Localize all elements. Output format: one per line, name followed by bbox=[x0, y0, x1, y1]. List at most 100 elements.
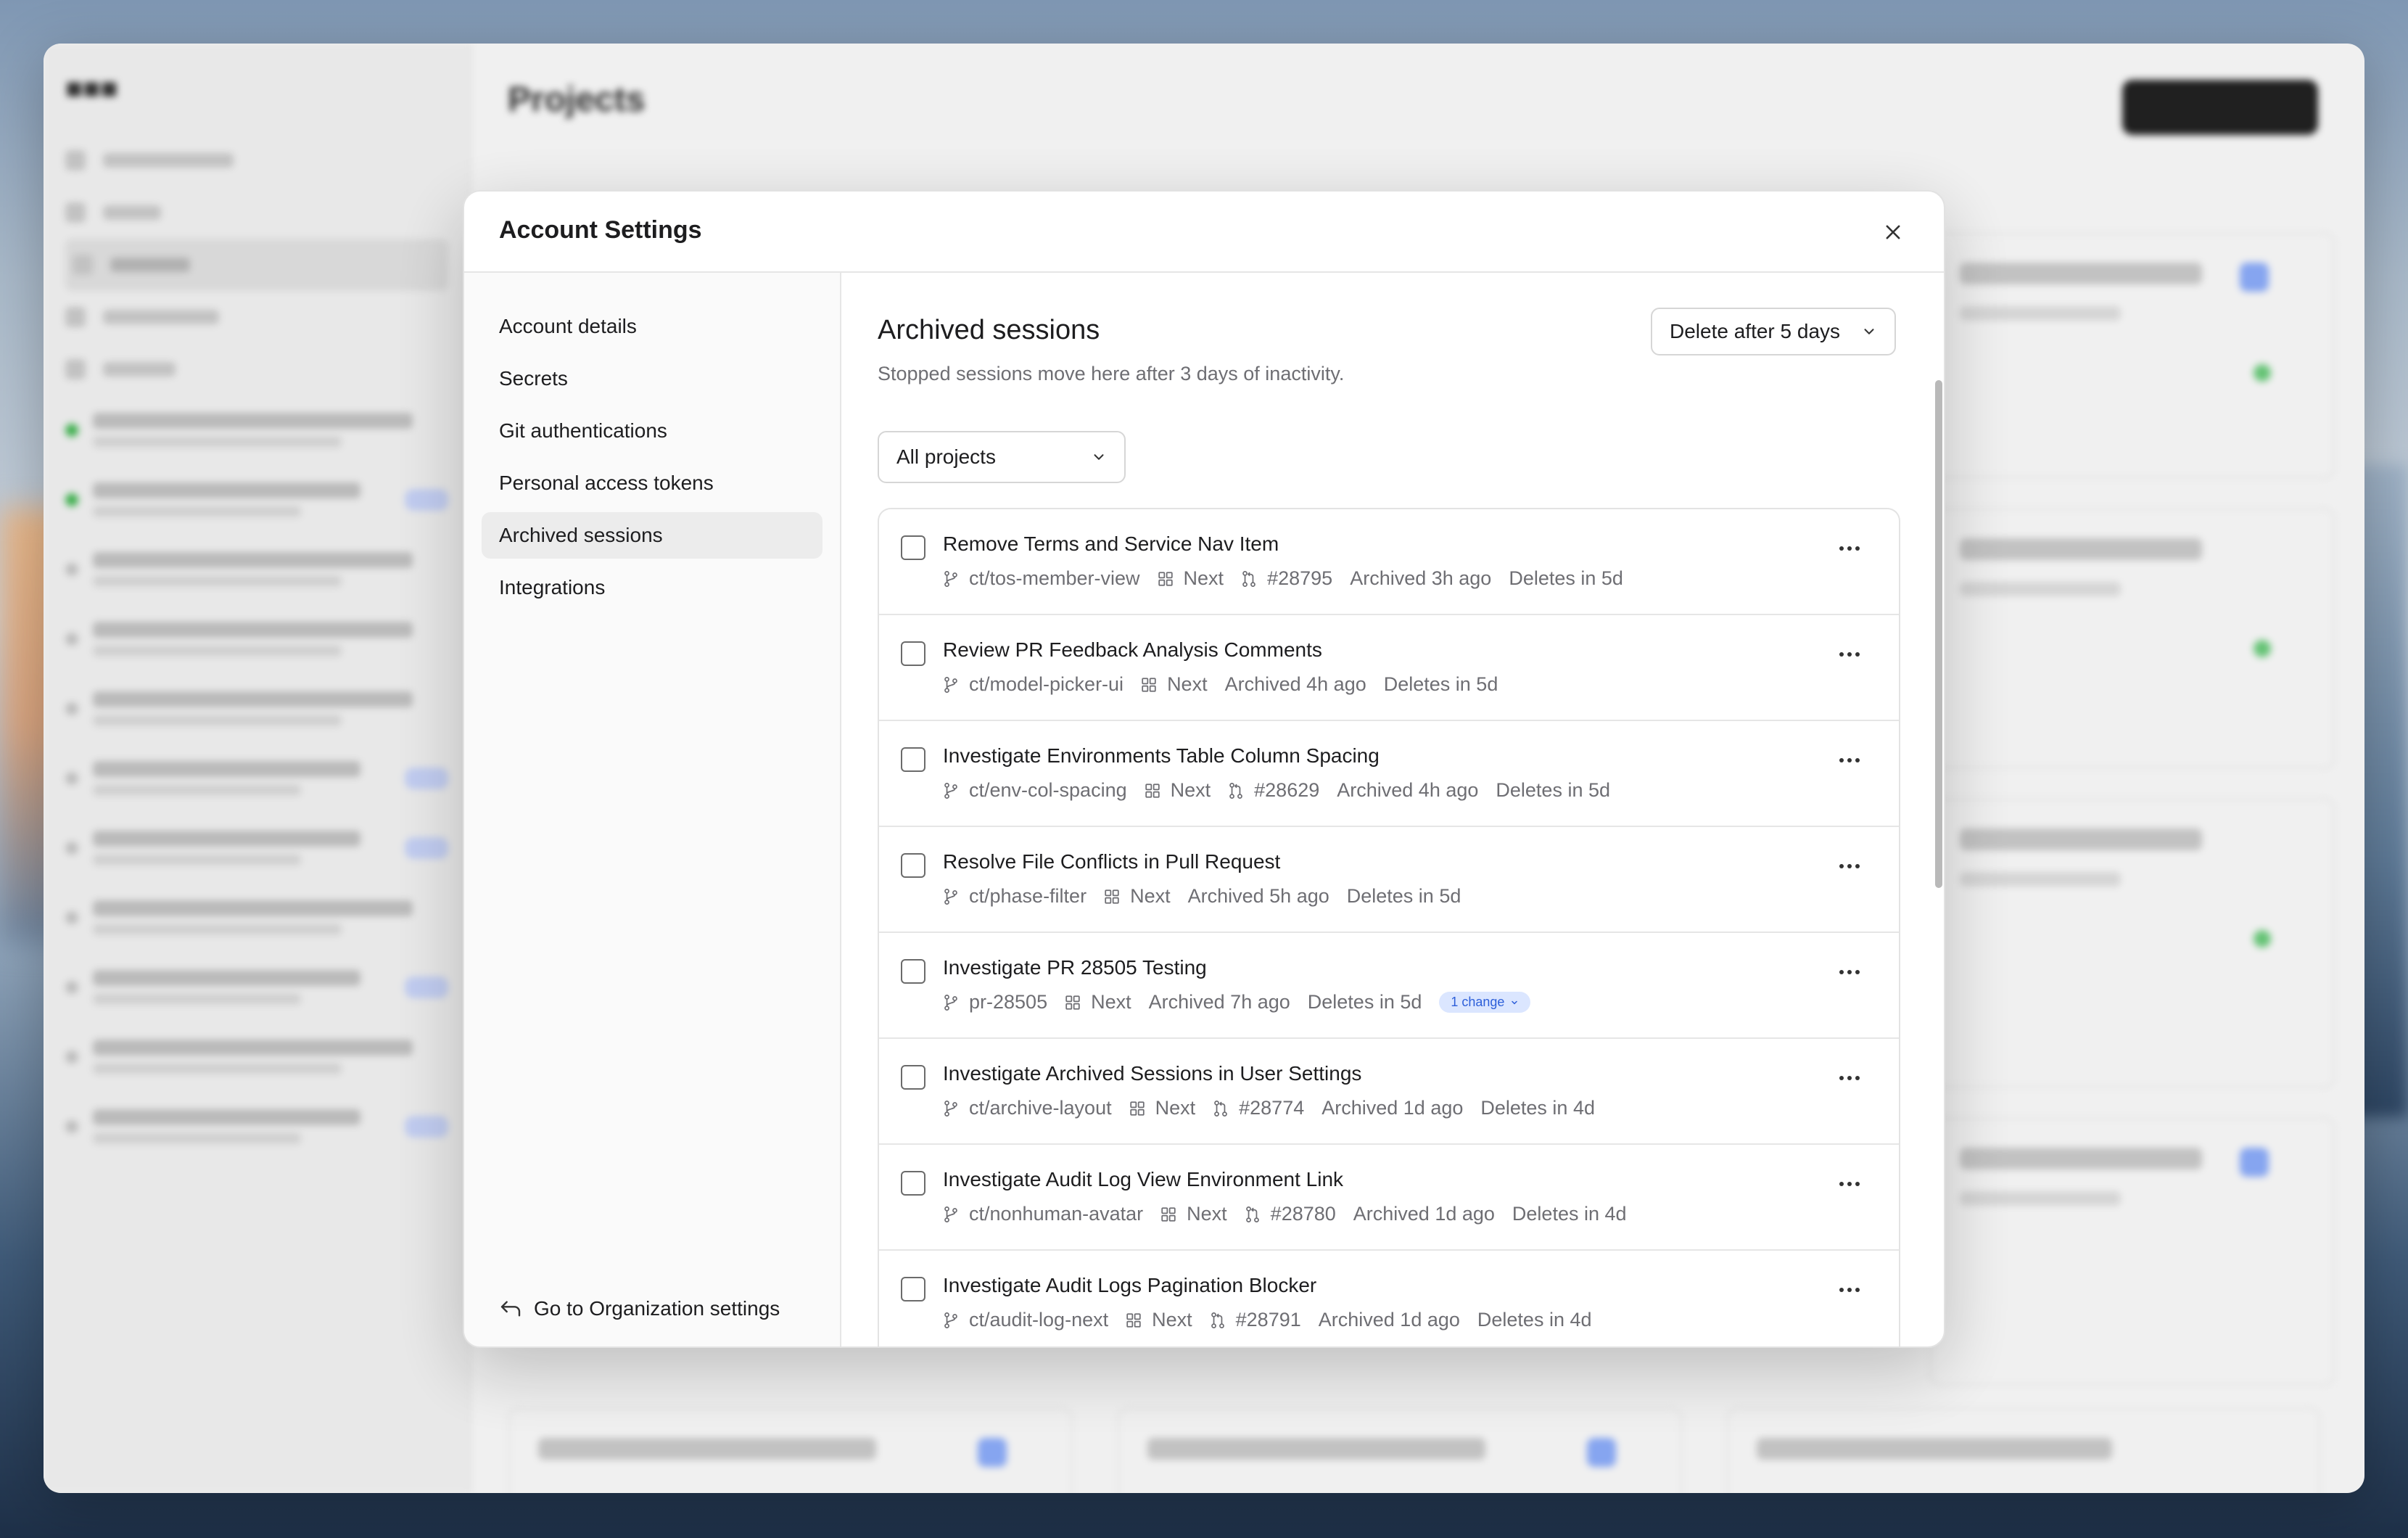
session-archived-time: Archived 1d ago bbox=[1321, 1097, 1464, 1119]
changes-badge[interactable]: 1 change bbox=[1439, 992, 1531, 1013]
grid-icon bbox=[1145, 783, 1160, 798]
session-branch: pr-28505 bbox=[969, 991, 1048, 1013]
session-delete-countdown: Deletes in 4d bbox=[1480, 1097, 1595, 1119]
session-row: Investigate Archived Sessions in User Se… bbox=[879, 1039, 1899, 1145]
session-more-button[interactable] bbox=[1835, 641, 1864, 667]
session-archived-time: Archived 4h ago bbox=[1337, 779, 1479, 801]
session-title: Investigate Audit Log View Environment L… bbox=[943, 1168, 1344, 1190]
session-checkbox[interactable] bbox=[901, 641, 925, 666]
session-meta: ct/env-col-spacing Next #28629 Archived … bbox=[943, 779, 1610, 802]
pull-request-icon bbox=[1211, 1312, 1224, 1328]
session-checkbox[interactable] bbox=[901, 1277, 925, 1301]
session-row: Review PR Feedback Analysis Comments ct/… bbox=[879, 615, 1899, 721]
branch-group: ct/model-picker-ui bbox=[943, 673, 1123, 696]
pull-request-group[interactable]: #28629 bbox=[1228, 779, 1319, 802]
session-more-button[interactable] bbox=[1835, 535, 1864, 562]
session-archived-time: Archived 5h ago bbox=[1187, 885, 1329, 907]
session-row: Investigate Audit Log View Environment L… bbox=[879, 1145, 1899, 1251]
session-pr-number: #28780 bbox=[1270, 1203, 1336, 1225]
more-horizontal-icon bbox=[1839, 1182, 1860, 1186]
environment-group: Next bbox=[1104, 885, 1171, 908]
session-more-button[interactable] bbox=[1835, 853, 1864, 879]
session-title: Investigate PR 28505 Testing bbox=[943, 956, 1207, 979]
nav-git-authentications[interactable]: Git authentications bbox=[482, 408, 822, 454]
session-checkbox[interactable] bbox=[901, 747, 925, 772]
session-environment: Next bbox=[1152, 1309, 1192, 1331]
grid-icon bbox=[1126, 1312, 1141, 1328]
nav-account-details[interactable]: Account details bbox=[482, 303, 822, 350]
chevron-down-icon bbox=[1864, 329, 1874, 334]
session-meta: ct/nonhuman-avatar Next #28780 Archived … bbox=[943, 1203, 1627, 1225]
nav-archived-sessions[interactable]: Archived sessions bbox=[482, 512, 822, 559]
grid-icon bbox=[1129, 1101, 1145, 1116]
project-filter-select[interactable]: All projects bbox=[878, 431, 1126, 483]
session-title: Investigate Archived Sessions in User Se… bbox=[943, 1062, 1362, 1085]
session-environment: Next bbox=[1183, 567, 1224, 589]
session-pr-number: #28774 bbox=[1239, 1097, 1305, 1119]
retention-select[interactable]: Delete after 5 days bbox=[1651, 308, 1896, 355]
session-delete-countdown: Deletes in 5d bbox=[1346, 885, 1461, 907]
more-horizontal-icon bbox=[1839, 652, 1860, 657]
pull-request-group[interactable]: #28774 bbox=[1213, 1097, 1304, 1119]
session-checkbox[interactable] bbox=[901, 1065, 925, 1090]
session-pr-number: #28791 bbox=[1235, 1309, 1301, 1331]
session-checkbox[interactable] bbox=[901, 1171, 925, 1196]
session-more-button[interactable] bbox=[1835, 1065, 1864, 1091]
close-icon bbox=[1886, 225, 1900, 239]
session-more-button[interactable] bbox=[1835, 1277, 1864, 1303]
pull-request-group[interactable]: #28795 bbox=[1241, 567, 1332, 590]
session-title: Remove Terms and Service Nav Item bbox=[943, 532, 1279, 555]
session-delete-countdown: Deletes in 5d bbox=[1509, 567, 1623, 589]
git-branch-icon bbox=[944, 1312, 957, 1328]
session-meta: ct/tos-member-view Next #28795 Archived … bbox=[943, 567, 1623, 590]
arrow-back-icon bbox=[500, 1301, 521, 1317]
account-settings-dialog: Account Settings Account details Secrets… bbox=[463, 190, 1945, 1348]
session-delete-countdown: Deletes in 4d bbox=[1512, 1203, 1627, 1225]
dialog-title: Account Settings bbox=[499, 216, 702, 244]
session-checkbox[interactable] bbox=[901, 959, 925, 984]
environment-group: Next bbox=[1129, 1097, 1196, 1119]
pull-request-group[interactable]: #28780 bbox=[1245, 1203, 1336, 1225]
session-checkbox[interactable] bbox=[901, 535, 925, 560]
branch-group: ct/archive-layout bbox=[943, 1097, 1112, 1119]
session-archived-time: Archived 4h ago bbox=[1224, 673, 1366, 695]
session-meta: ct/audit-log-next Next #28791 Archived 1… bbox=[943, 1309, 1592, 1331]
more-horizontal-icon bbox=[1839, 864, 1860, 868]
pull-request-icon bbox=[1245, 1206, 1259, 1222]
chevron-down-icon bbox=[1094, 454, 1104, 460]
branch-group: pr-28505 bbox=[943, 991, 1047, 1013]
session-environment: Next bbox=[1170, 779, 1211, 801]
session-delete-countdown: Deletes in 5d bbox=[1383, 673, 1498, 695]
nav-personal-access-tokens[interactable]: Personal access tokens bbox=[482, 460, 822, 506]
session-title: Investigate Environments Table Column Sp… bbox=[943, 744, 1380, 767]
session-row: Resolve File Conflicts in Pull Request c… bbox=[879, 827, 1899, 933]
session-pr-number: #28795 bbox=[1267, 567, 1333, 589]
environment-group: Next bbox=[1160, 1203, 1227, 1225]
nav-integrations[interactable]: Integrations bbox=[482, 564, 822, 611]
environment-group: Next bbox=[1145, 779, 1211, 802]
grid-icon bbox=[1065, 995, 1080, 1010]
session-archived-time: Archived 7h ago bbox=[1148, 991, 1290, 1013]
more-horizontal-icon bbox=[1839, 970, 1860, 974]
close-button[interactable] bbox=[1877, 216, 1909, 248]
organization-settings-link[interactable]: Go to Organization settings bbox=[499, 1297, 780, 1320]
grid-icon bbox=[1105, 889, 1119, 904]
dialog-scrollbar[interactable] bbox=[1935, 380, 1942, 888]
session-pr-number: #28629 bbox=[1254, 779, 1320, 801]
archived-sessions-panel: Archived sessions Stopped sessions move … bbox=[843, 274, 1929, 1346]
environment-group: Next bbox=[1126, 1309, 1192, 1331]
pull-request-group[interactable]: #28791 bbox=[1210, 1309, 1301, 1331]
session-environment: Next bbox=[1155, 1097, 1196, 1119]
session-more-button[interactable] bbox=[1835, 1171, 1864, 1197]
session-branch: ct/archive-layout bbox=[969, 1097, 1112, 1119]
session-more-button[interactable] bbox=[1835, 959, 1864, 985]
nav-secrets[interactable]: Secrets bbox=[482, 355, 822, 402]
git-branch-icon bbox=[944, 570, 957, 587]
environment-group: Next bbox=[1158, 567, 1224, 590]
project-filter-value: All projects bbox=[896, 445, 996, 468]
session-checkbox[interactable] bbox=[901, 853, 925, 878]
retention-value: Delete after 5 days bbox=[1670, 320, 1841, 342]
more-horizontal-icon bbox=[1839, 1288, 1860, 1292]
git-branch-icon bbox=[944, 676, 957, 693]
session-more-button[interactable] bbox=[1835, 747, 1864, 773]
